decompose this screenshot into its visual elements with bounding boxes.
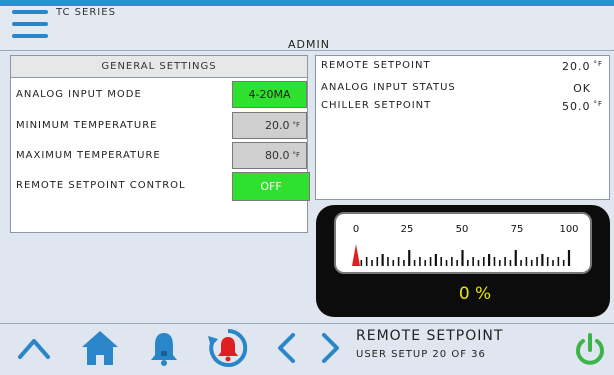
gauge-needle <box>352 244 360 266</box>
remote-setpoint-control-row: REMOTE SETPOINT CONTROL OFF <box>11 172 310 201</box>
header-bar: TC SERIES ADMIN <box>0 6 614 52</box>
general-settings-panel: GENERAL SETTINGS ANALOG INPUT MODE 4-20M… <box>10 55 310 233</box>
remote-setpoint-status: REMOTE SETPOINT 20.0 °F <box>321 60 603 73</box>
up-arrow-icon[interactable] <box>16 333 52 363</box>
page-subtitle: USER SETUP 20 OF 36 <box>356 349 486 360</box>
maximum-temperature-field[interactable]: 80.0 °F <box>232 142 307 169</box>
page-title: REMOTE SETPOINT <box>356 328 504 344</box>
minimum-temperature-row: MINIMUM TEMPERATURE 20.0 °F <box>11 112 307 140</box>
previous-arrow-icon[interactable] <box>275 332 299 364</box>
remote-setpoint-control-toggle[interactable]: OFF <box>232 172 310 201</box>
analog-input-mode-label: ANALOG INPUT MODE <box>16 89 142 100</box>
gauge-tick-label: 0 <box>353 224 359 235</box>
header-divider <box>0 50 614 51</box>
gauge-face: 0 25 50 75 100 <box>334 212 592 274</box>
status-panel: REMOTE SETPOINT 20.0 °F ANALOG INPUT STAT… <box>315 55 610 200</box>
alarm-history-icon[interactable] <box>206 327 250 369</box>
maximum-temperature-label: MAXIMUM TEMPERATURE <box>16 150 161 161</box>
alarm-bell-icon[interactable] <box>148 329 180 367</box>
gauge-scale: 0 25 50 75 100 <box>352 224 579 266</box>
chiller-setpoint-status: CHILLER SETPOINT 50.0 °F <box>321 100 603 113</box>
power-icon[interactable] <box>572 332 608 368</box>
remote-setpoint-control-label: REMOTE SETPOINT CONTROL <box>16 180 186 191</box>
gauge-readout: 0 % <box>458 284 492 304</box>
general-settings-title: GENERAL SETTINGS <box>11 56 307 78</box>
gauge-tick-label: 100 <box>559 224 578 235</box>
gauge-tick-label: 75 <box>511 224 524 235</box>
gauge-ticks <box>354 250 571 266</box>
analog-input-status: ANALOG INPUT STATUS OK <box>321 82 591 95</box>
analog-input-mode-row: ANALOG INPUT MODE 4-20MA <box>11 81 307 109</box>
gauge-tick-label: 50 <box>456 224 469 235</box>
analog-input-mode-button[interactable]: 4-20MA <box>232 81 307 108</box>
minimum-temperature-field[interactable]: 20.0 °F <box>232 112 307 139</box>
home-icon[interactable] <box>80 329 120 367</box>
product-series: TC SERIES <box>56 7 116 18</box>
menu-icon[interactable] <box>12 10 48 46</box>
gauge-tick-label: 25 <box>401 224 414 235</box>
next-arrow-icon[interactable] <box>318 332 342 364</box>
minimum-temperature-label: MINIMUM TEMPERATURE <box>16 120 158 131</box>
maximum-temperature-row: MAXIMUM TEMPERATURE 80.0 °F <box>11 142 307 170</box>
